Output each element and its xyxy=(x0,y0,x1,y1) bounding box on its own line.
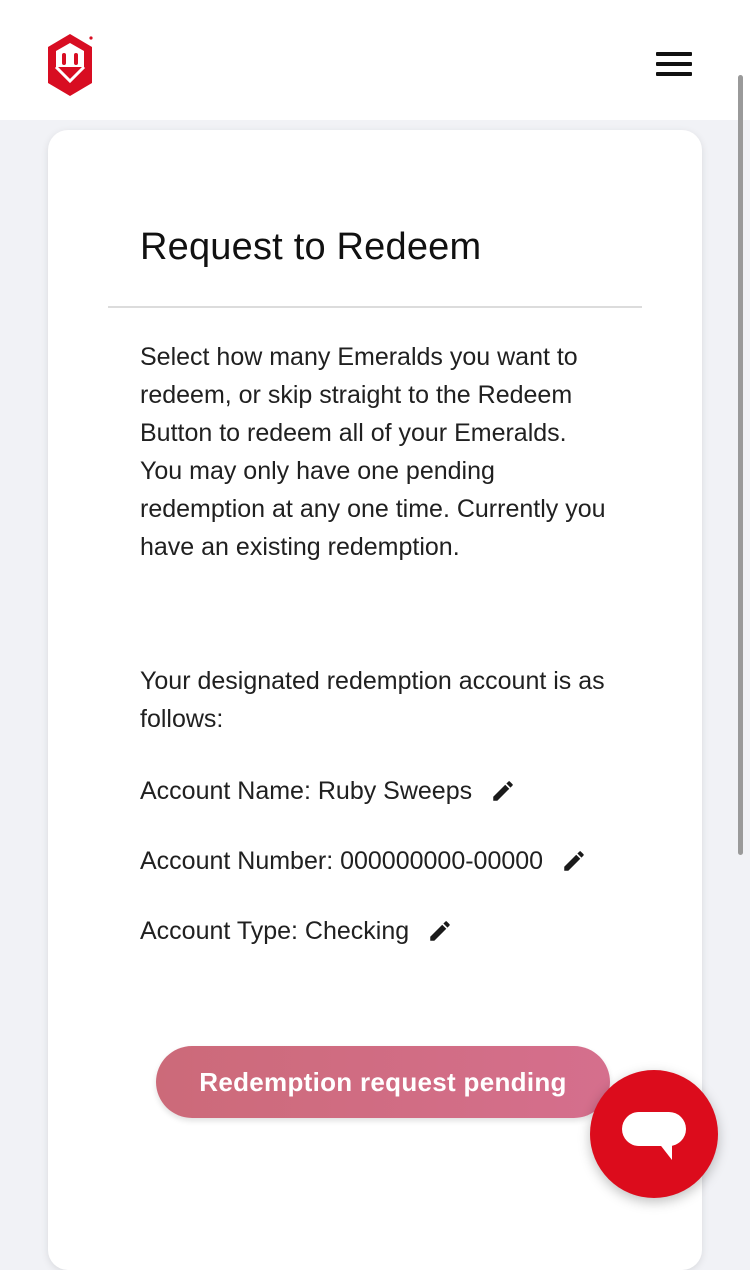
edit-account-type-pencil-icon[interactable] xyxy=(427,918,453,944)
menu-line xyxy=(656,62,692,66)
redemption-pending-button[interactable]: Redemption request pending xyxy=(156,1046,610,1118)
account-type-row: Account Type: Checking xyxy=(140,911,453,951)
edit-account-name-pencil-icon[interactable] xyxy=(490,778,516,804)
account-type-text: Account Type: Checking xyxy=(140,916,410,945)
menu-line xyxy=(656,72,692,76)
account-number-text: Account Number: 000000000-00000 xyxy=(140,846,544,875)
ruby-shield-logo-icon[interactable] xyxy=(46,32,94,98)
account-name-text: Account Name: Ruby Sweeps xyxy=(140,776,473,805)
account-intro-text: Your designated redemption account is as… xyxy=(140,667,605,733)
scrollbar[interactable] xyxy=(738,75,743,855)
edit-account-number-pencil-icon[interactable] xyxy=(561,848,587,874)
account-name-row: Account Name: Ruby Sweeps xyxy=(140,771,516,811)
menu-line xyxy=(656,52,692,56)
page-title: Request to Redeem xyxy=(140,226,482,268)
redeem-description: Select how many Emeralds you want to red… xyxy=(140,343,606,561)
account-number-row: Account Number: 000000000-00000 xyxy=(140,841,587,881)
chat-bubble-icon[interactable] xyxy=(590,1070,718,1198)
hamburger-menu-icon[interactable] xyxy=(654,50,694,80)
divider xyxy=(108,306,642,308)
top-header xyxy=(0,0,750,120)
